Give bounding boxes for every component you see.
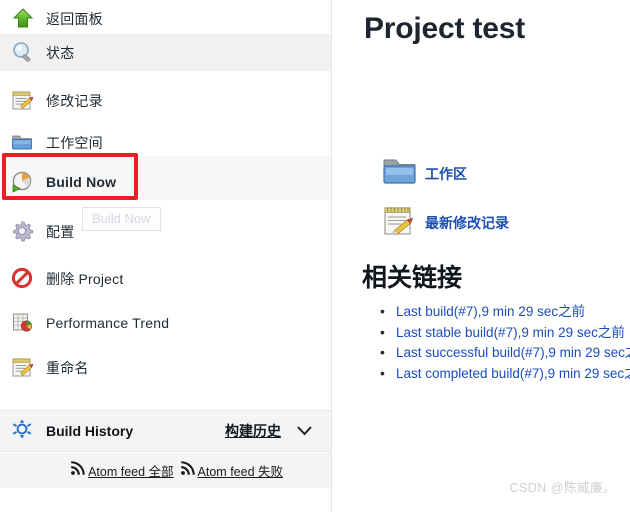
list-item[interactable]: Last completed build(#7),9 min 29 sec之前	[378, 363, 630, 385]
build-now-tooltip: Build Now	[82, 207, 161, 231]
jenkins-project-page: 返回面板 状态 修改记录 工作空间 Build Now 配置 删除 Projec…	[0, 0, 630, 512]
delete-prohibit-icon	[10, 266, 38, 292]
sidebar-item-label: Build Now	[46, 174, 117, 190]
gear-icon	[10, 219, 38, 245]
atom-feed-all[interactable]: Atom feed 全部	[70, 460, 174, 481]
build-history-title: Build History	[46, 423, 134, 439]
main-link-label: 工作区	[425, 165, 467, 182]
rss-icon	[180, 460, 195, 481]
atom-feed-label: Atom feed 失败	[197, 465, 283, 479]
csdn-watermark: CSDN @陈威廉。	[509, 481, 616, 495]
sidebar-item-label: Performance Trend	[46, 315, 170, 331]
notepad-pencil-icon	[10, 355, 38, 381]
green-up-arrow-icon	[10, 6, 38, 32]
build-history-icon	[10, 417, 36, 446]
main-link-workspace[interactable]: 工作区	[382, 155, 467, 192]
sidebar-item-build-now[interactable]: Build Now	[0, 156, 331, 200]
build-history-link[interactable]: 构建历史	[225, 421, 281, 441]
sidebar-item-rename[interactable]: 重命名	[0, 352, 331, 384]
list-item[interactable]: Last successful build(#7),9 min 29 sec之前	[378, 342, 630, 364]
sidebar-item-performance-trend[interactable]: Performance Trend	[0, 307, 331, 339]
sidebar-item-configure[interactable]: 配置	[0, 216, 331, 248]
notepad-pencil-icon	[382, 203, 418, 242]
build-now-icon	[10, 169, 38, 195]
magnifier-icon	[10, 40, 38, 66]
main-link-recent-changes[interactable]: 最新修改记录	[382, 203, 509, 242]
sidebar-item-label: 修改记录	[46, 93, 103, 109]
sidebar-item-label: 状态	[46, 44, 75, 61]
sidebar-item-label: 重命名	[46, 360, 89, 376]
main-link-label: 最新修改记录	[425, 214, 509, 231]
sidebar: 返回面板 状态 修改记录 工作空间 Build Now 配置 删除 Projec…	[0, 0, 332, 512]
build-history-bar[interactable]: Build History 构建历史	[0, 410, 331, 452]
atom-feed-failed[interactable]: Atom feed 失败	[180, 460, 283, 481]
folder-icon	[382, 155, 418, 192]
sidebar-item-label: 删除 Project	[46, 271, 124, 287]
sidebar-item-workspace[interactable]: 工作空间	[0, 128, 331, 158]
rss-icon	[70, 460, 85, 481]
page-title: Project test	[364, 12, 525, 45]
sidebar-item-label: 配置	[46, 224, 75, 240]
notepad-pencil-icon	[10, 88, 38, 114]
related-links-heading: 相关链接	[362, 264, 463, 292]
sidebar-item-changes[interactable]: 修改记录	[0, 85, 331, 117]
list-item[interactable]: Last stable build(#7),9 min 29 sec之前	[378, 322, 630, 344]
related-links-list: Last build(#7),9 min 29 sec之前 Last stabl…	[378, 301, 630, 385]
atom-feed-label: Atom feed 全部	[88, 465, 174, 479]
sidebar-item-status[interactable]: 状态	[0, 34, 331, 71]
folder-icon	[10, 130, 38, 156]
list-item[interactable]: Last build(#7),9 min 29 sec之前	[378, 301, 630, 323]
performance-chart-icon	[10, 310, 38, 336]
sidebar-item-back-to-dashboard[interactable]: 返回面板	[0, 4, 331, 34]
sidebar-item-delete-project[interactable]: 删除 Project	[0, 263, 331, 295]
atom-feed-row: Atom feed 全部 Atom feed 失败	[0, 453, 331, 488]
sidebar-item-label: 返回面板	[46, 11, 103, 27]
chevron-down-icon[interactable]	[296, 424, 313, 442]
sidebar-item-label: 工作空间	[46, 135, 103, 151]
main-content: Project test 工作区 最新修改记录 相关链接 • Last buil…	[332, 0, 630, 512]
